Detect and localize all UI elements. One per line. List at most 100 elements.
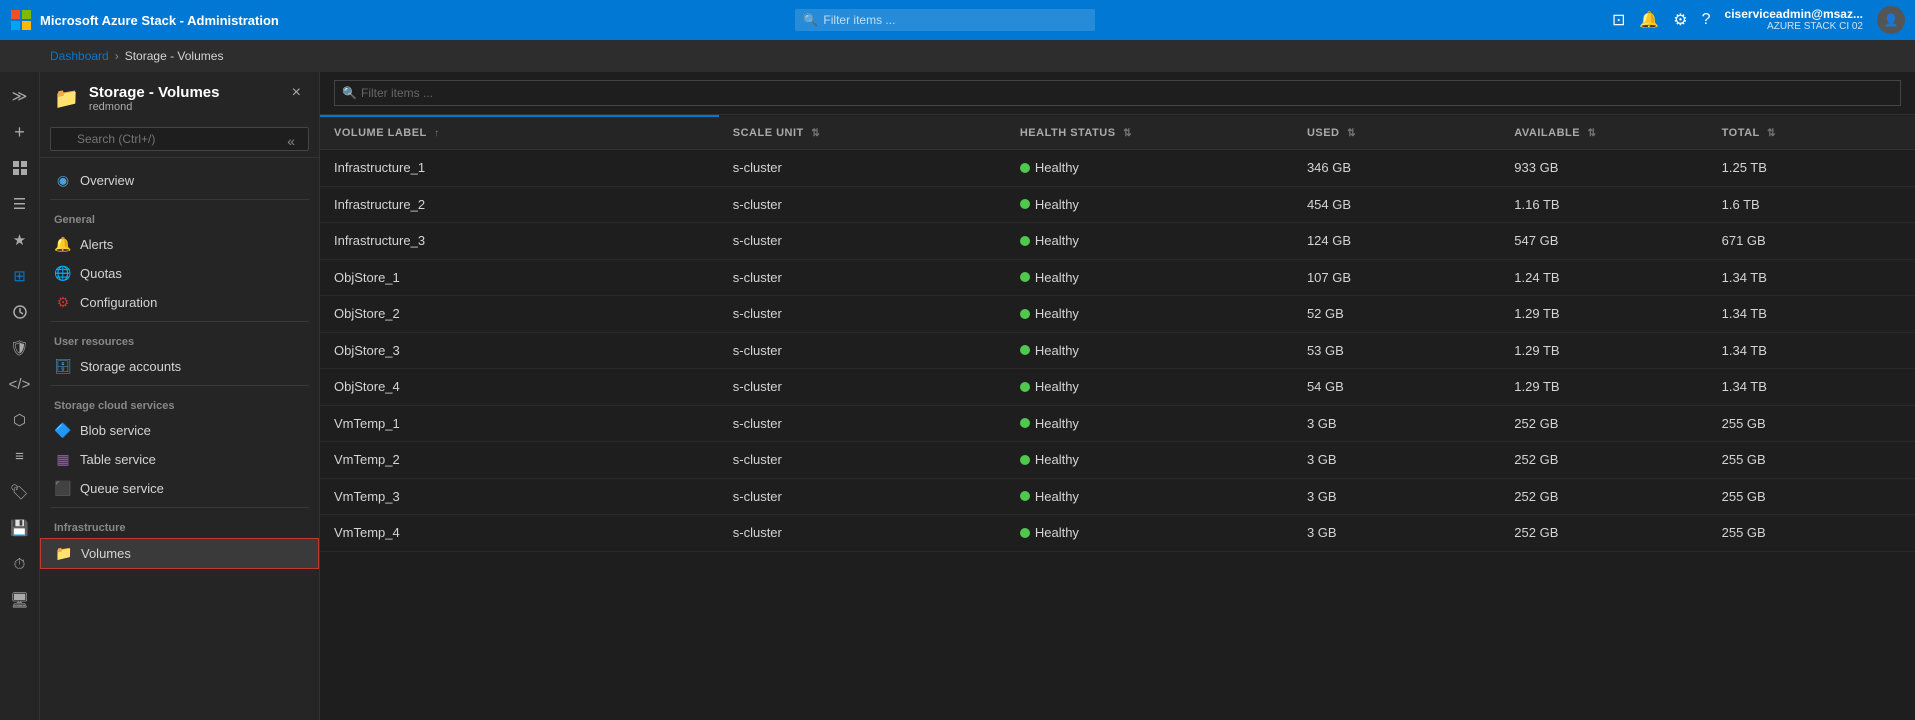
topbar-left: Microsoft Azure Stack - Administration: [10, 9, 279, 31]
cell-available: 933 GB: [1500, 150, 1707, 187]
stack-name: AZURE STACK CI 02: [1767, 21, 1863, 33]
help-icon[interactable]: ?: [1702, 11, 1711, 29]
icon-sidebar-plus[interactable]: +: [2, 116, 38, 148]
username: ciserviceadmin@msaz...: [1725, 7, 1863, 21]
icon-sidebar-shield[interactable]: 🛡: [2, 332, 38, 364]
table-row[interactable]: ObjStore_3s-clusterHealthy53 GB1.29 TB1.…: [320, 332, 1915, 369]
sidebar-item-overview[interactable]: ◉ Overview: [40, 166, 319, 195]
queue-service-icon: ⬛: [54, 480, 72, 497]
cell-available: 252 GB: [1500, 442, 1707, 479]
sidebar-storage-accounts-label: Storage accounts: [80, 359, 181, 374]
sort-icon-volume: ↑: [434, 128, 440, 139]
table-row[interactable]: Infrastructure_2s-clusterHealthy454 GB1.…: [320, 186, 1915, 223]
table-row[interactable]: VmTemp_2s-clusterHealthy3 GB252 GB255 GB: [320, 442, 1915, 479]
sidebar-user-resources-label: User resources: [40, 326, 319, 352]
breadcrumb-dashboard[interactable]: Dashboard: [50, 49, 109, 63]
cell-volume-label: ObjStore_2: [320, 296, 719, 333]
col-header-volume-label[interactable]: VOLUME LABEL ↑: [320, 116, 719, 150]
health-dot: [1020, 163, 1030, 173]
portal-icon[interactable]: ⊡: [1612, 10, 1625, 30]
storage-accounts-icon: 🗄: [54, 358, 72, 375]
sidebar-item-queue-service[interactable]: ⬛ Queue service: [40, 474, 319, 503]
health-dot: [1020, 345, 1030, 355]
cell-used: 52 GB: [1293, 296, 1500, 333]
sidebar-divider-3: [50, 385, 309, 386]
volumes-table: VOLUME LABEL ↑ SCALE UNIT ⇅ HEALTH STATU…: [320, 115, 1915, 552]
cell-total: 255 GB: [1708, 478, 1915, 515]
topbar-right: ⊡ 🔔 ⚙ ? ciserviceadmin@msaz... AZURE STA…: [1612, 6, 1905, 34]
health-dot: [1020, 309, 1030, 319]
content-area: 🔍 VOLUME LABEL ↑ SCALE UNIT ⇅ HEA: [320, 72, 1915, 720]
col-header-total[interactable]: TOTAL ⇅: [1708, 116, 1915, 150]
settings-icon[interactable]: ⚙: [1673, 10, 1687, 30]
sidebar-volumes-label: Volumes: [81, 546, 131, 561]
icon-sidebar-list[interactable]: ≡: [2, 440, 38, 472]
avatar[interactable]: 👤: [1877, 6, 1905, 34]
icon-sidebar-clock[interactable]: ⏱: [2, 548, 38, 580]
icon-sidebar-expand[interactable]: ≫: [2, 80, 38, 112]
bell-icon[interactable]: 🔔: [1639, 10, 1659, 30]
cell-health-status: Healthy: [1006, 442, 1293, 479]
table-container: VOLUME LABEL ↑ SCALE UNIT ⇅ HEALTH STATU…: [320, 115, 1915, 720]
sidebar-item-table-service[interactable]: ▦ Table service: [40, 445, 319, 474]
icon-sidebar-star[interactable]: ★: [2, 224, 38, 256]
sidebar-item-alerts[interactable]: 🔔 Alerts: [40, 230, 319, 259]
sidebar-table-service-label: Table service: [80, 452, 156, 467]
cell-scale-unit: s-cluster: [719, 186, 1006, 223]
sort-icon-total: ⇅: [1767, 128, 1776, 139]
icon-sidebar-code[interactable]: </>: [2, 368, 38, 400]
table-row[interactable]: ObjStore_2s-clusterHealthy52 GB1.29 TB1.…: [320, 296, 1915, 333]
table-row[interactable]: VmTemp_3s-clusterHealthy3 GB252 GB255 GB: [320, 478, 1915, 515]
sidebar-queue-service-label: Queue service: [80, 481, 164, 496]
col-header-health-status[interactable]: HEALTH STATUS ⇅: [1006, 116, 1293, 150]
icon-sidebar-menu[interactable]: ☰: [2, 188, 38, 220]
sidebar-item-volumes[interactable]: 📁 Volumes: [40, 538, 319, 569]
search-input[interactable]: [795, 9, 1095, 31]
sidebar-item-storage-accounts[interactable]: 🗄 Storage accounts: [40, 352, 319, 381]
health-dot: [1020, 491, 1030, 501]
cell-total: 255 GB: [1708, 515, 1915, 552]
cell-scale-unit: s-cluster: [719, 515, 1006, 552]
sidebar-item-blob-service[interactable]: 🔷 Blob service: [40, 416, 319, 445]
cell-volume-label: Infrastructure_2: [320, 186, 719, 223]
col-header-scale-unit[interactable]: SCALE UNIT ⇅: [719, 116, 1006, 150]
cell-volume-label: ObjStore_1: [320, 259, 719, 296]
table-row[interactable]: VmTemp_1s-clusterHealthy3 GB252 GB255 GB: [320, 405, 1915, 442]
cell-health-status: Healthy: [1006, 150, 1293, 187]
sidebar-panel-header: 📁 Storage - Volumes redmond ×: [40, 72, 319, 121]
col-header-used[interactable]: USED ⇅: [1293, 116, 1500, 150]
table-row[interactable]: VmTemp_4s-clusterHealthy3 GB252 GB255 GB: [320, 515, 1915, 552]
cell-health-status: Healthy: [1006, 405, 1293, 442]
cell-used: 3 GB: [1293, 442, 1500, 479]
sidebar-collapse-button[interactable]: «: [287, 133, 295, 149]
health-dot: [1020, 199, 1030, 209]
health-dot: [1020, 236, 1030, 246]
table-row[interactable]: Infrastructure_3s-clusterHealthy124 GB54…: [320, 223, 1915, 260]
filter-icon: 🔍: [342, 86, 357, 100]
icon-sidebar-dashboard[interactable]: [2, 152, 38, 184]
panel-folder-icon: 📁: [54, 86, 79, 111]
sidebar-item-configuration[interactable]: ⚙ Configuration: [40, 288, 319, 317]
icon-sidebar-tag[interactable]: 🏷: [2, 476, 38, 508]
table-row[interactable]: ObjStore_1s-clusterHealthy107 GB1.24 TB1…: [320, 259, 1915, 296]
icon-sidebar-resource[interactable]: [2, 296, 38, 328]
health-dot: [1020, 382, 1030, 392]
col-header-available[interactable]: AVAILABLE ⇅: [1500, 116, 1707, 150]
table-row[interactable]: Infrastructure_1s-clusterHealthy346 GB93…: [320, 150, 1915, 187]
health-badge: Healthy: [1020, 160, 1079, 175]
cell-volume-label: Infrastructure_3: [320, 223, 719, 260]
sidebar-storage-cloud-label: Storage cloud services: [40, 390, 319, 416]
icon-sidebar-grid[interactable]: ⊞: [2, 260, 38, 292]
cell-available: 547 GB: [1500, 223, 1707, 260]
filter-input[interactable]: [334, 80, 1901, 106]
panel-close-button[interactable]: ×: [288, 84, 305, 102]
alerts-icon: 🔔: [54, 236, 72, 253]
sidebar-item-quotas[interactable]: 🌐 Quotas: [40, 259, 319, 288]
icon-sidebar-cube[interactable]: ⬡: [2, 404, 38, 436]
sidebar-search-input[interactable]: [50, 127, 309, 151]
table-row[interactable]: ObjStore_4s-clusterHealthy54 GB1.29 TB1.…: [320, 369, 1915, 406]
sidebar-general-label: General: [40, 204, 319, 230]
icon-sidebar-storage[interactable]: 💾: [2, 512, 38, 544]
icon-sidebar-monitor[interactable]: 🖥: [2, 584, 38, 616]
health-badge: Healthy: [1020, 197, 1079, 212]
